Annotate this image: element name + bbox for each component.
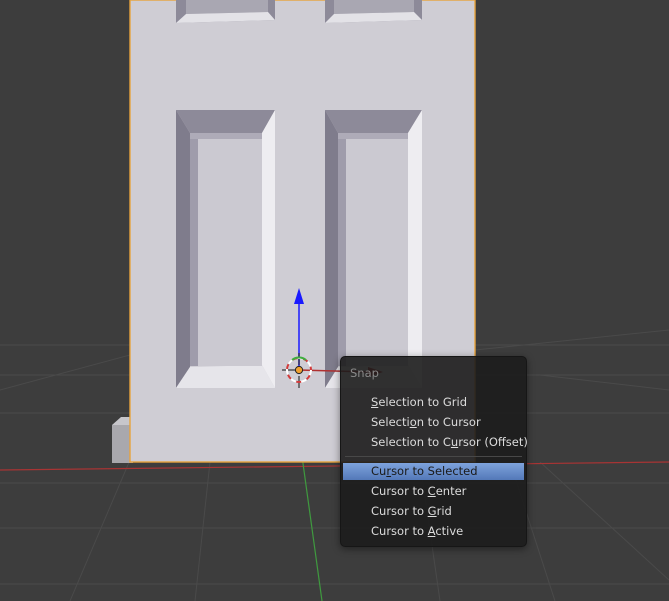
snap-menu: Snap Selection to Grid Selection to Curs…	[340, 356, 528, 547]
door-panel-top-left	[176, 0, 275, 23]
3d-viewport[interactable]: Snap Selection to Grid Selection to Curs…	[0, 0, 669, 601]
door-panel-bottom-right	[325, 110, 422, 388]
menu-separator	[345, 456, 522, 457]
menu-title: Snap	[350, 366, 379, 380]
menu-item-selection-to-grid[interactable]: Selection to Grid	[343, 394, 524, 411]
door-panel-top-right	[325, 0, 422, 23]
menu-item-cursor-to-active[interactable]: Cursor to Active	[343, 523, 524, 540]
menu-item-selection-to-cursor-offset[interactable]: Selection to Cursor (Offset)	[343, 434, 528, 451]
door-panel-bottom-left	[176, 110, 275, 388]
viewport-scene	[0, 0, 669, 601]
menu-item-selection-to-cursor[interactable]: Selection to Cursor	[343, 414, 524, 431]
menu-item-cursor-to-grid[interactable]: Cursor to Grid	[343, 503, 524, 520]
menu-item-cursor-to-center[interactable]: Cursor to Center	[343, 483, 524, 500]
x-axis-line	[0, 461, 669, 471]
menu-item-cursor-to-selected[interactable]: Cursor to Selected	[343, 463, 524, 480]
